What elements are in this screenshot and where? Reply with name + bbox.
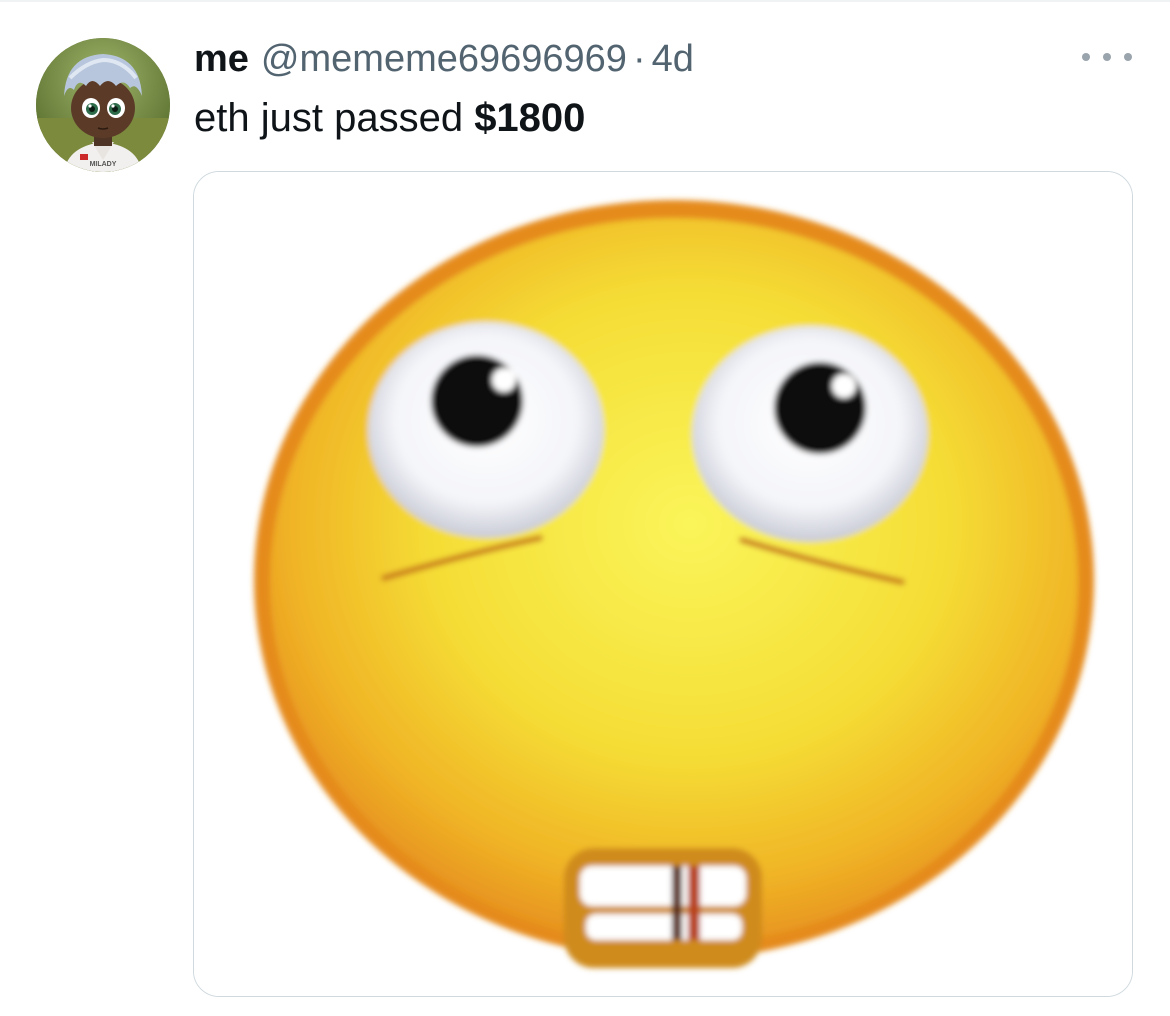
emoji-image [194,172,1132,996]
top-divider [0,0,1170,2]
display-name[interactable]: me [194,34,249,84]
separator-dot: · [632,38,646,80]
more-horizontal-icon[interactable] [1082,42,1132,72]
more-dot [1124,53,1132,61]
avatar[interactable]: MILADY [36,38,170,172]
more-dot [1082,53,1090,61]
tweet-text-plain: eth just passed [194,96,475,140]
tweet-header: me @mememe69696969 · 4d [194,34,694,84]
tweet-text-bold: $1800 [474,96,586,140]
user-handle[interactable]: @mememe69696969 [261,34,627,84]
avatar-image: MILADY [36,38,170,172]
tweet-text: eth just passed $1800 [194,92,585,144]
avatar-shirt-label: MILADY [90,161,117,168]
more-dot [1103,53,1111,61]
timestamp[interactable]: 4d [652,34,694,84]
tweet-media[interactable] [193,171,1133,997]
